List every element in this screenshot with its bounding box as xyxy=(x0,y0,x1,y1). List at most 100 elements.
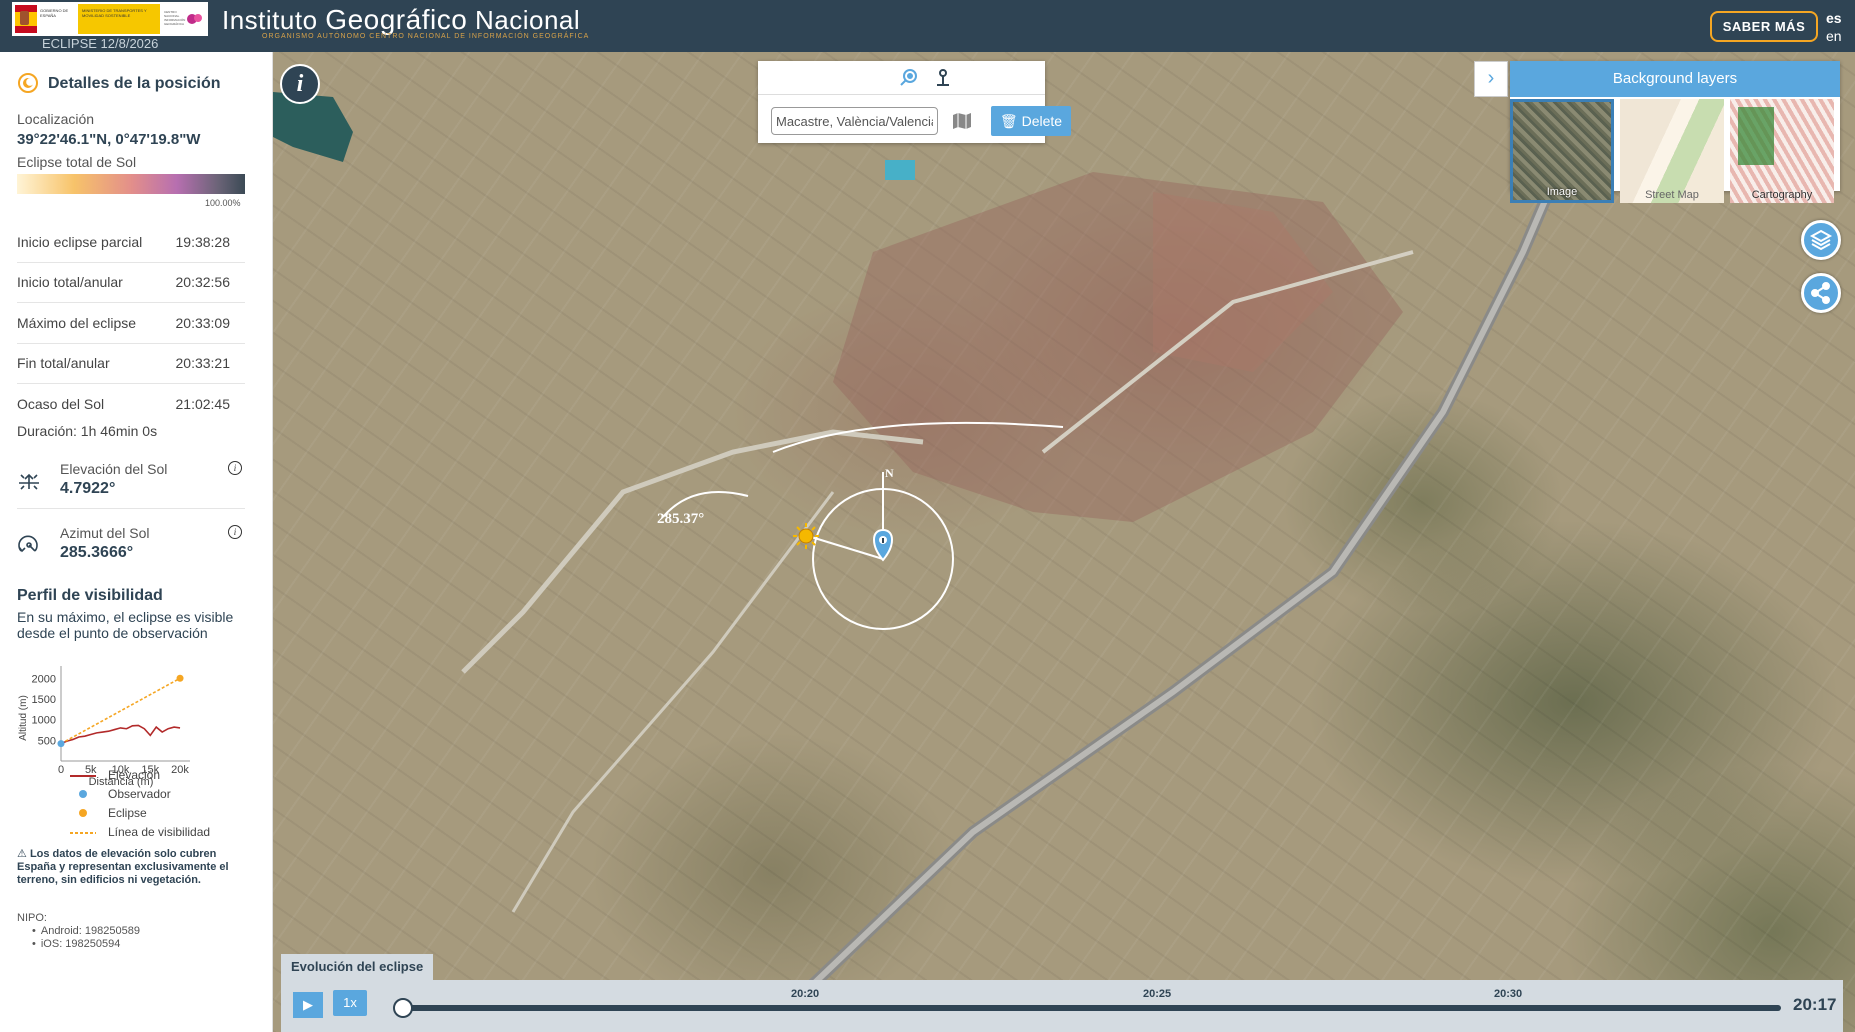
sun-elevation-label: Elevación del Sol xyxy=(60,461,168,477)
speed-button[interactable]: 1x xyxy=(333,990,367,1016)
collapse-layers-chevron-icon[interactable]: › xyxy=(1474,61,1508,97)
sun-azimuth-label: Azimut del Sol xyxy=(60,525,150,541)
location-value: 39°22'46.1"N, 0°47'19.8"W xyxy=(17,131,201,148)
chart-point xyxy=(176,674,184,682)
chart-x-tick: 0 xyxy=(58,764,64,776)
ministry-label: MINISTERIO DE TRANSPORTES Y MOVILIDAD SO… xyxy=(82,8,147,18)
time-value: 20:32:56 xyxy=(175,274,231,291)
satellite-map[interactable]: N 285.37° i Macastre, València/Valencia … xyxy=(273,52,1855,1032)
time-value: 21:02:45 xyxy=(175,396,231,413)
visibility-description: En su máximo, el eclipse es visible desd… xyxy=(17,609,234,641)
local-road xyxy=(461,429,924,674)
reservoir xyxy=(273,92,353,162)
gov-label: GOBIERNO DE ESPAÑA xyxy=(40,8,69,18)
legend-label: Línea de visibilidad xyxy=(108,825,211,839)
legend-label: Observador xyxy=(108,787,171,801)
current-time: 20:17 xyxy=(1793,995,1837,1014)
time-label: Inicio total/anular xyxy=(17,274,123,291)
time-row: Fin total/anular 20:33:21 xyxy=(17,344,245,384)
time-label: Máximo del eclipse xyxy=(17,314,137,331)
time-label: Fin total/anular xyxy=(17,355,110,372)
search-place-icon[interactable] xyxy=(898,67,920,89)
nipo-android: Android: 198250589 xyxy=(41,925,140,938)
background-layers-panel: Background layers Image Street Map Carto… xyxy=(1510,61,1840,203)
layer-label: Cartography xyxy=(1751,189,1813,201)
search-panel: 🗑 Delete xyxy=(758,61,1071,143)
brand-word-2: Geográfico xyxy=(325,4,468,35)
info-icon[interactable]: i xyxy=(228,461,242,475)
timeline-handle[interactable] xyxy=(393,998,413,1018)
legend-swatch xyxy=(70,775,96,777)
layers-button[interactable] xyxy=(1801,220,1841,260)
layer-image[interactable]: Image xyxy=(1510,99,1614,203)
sun-azimuth-row: Azimut del Sol 285.3666° i xyxy=(17,525,245,573)
saber-mas-button[interactable]: SABER MÁS xyxy=(1710,11,1818,42)
nipo-ios: iOS: 198250594 xyxy=(41,938,140,951)
sun-elevation-row: Elevación del Sol 4.7922° i xyxy=(17,461,245,509)
lang-es-link[interactable]: es xyxy=(1826,10,1842,26)
chart-point xyxy=(57,740,65,748)
info-button[interactable]: i xyxy=(280,64,320,104)
time-label: Inicio eclipse parcial xyxy=(17,233,143,250)
legend-swatch xyxy=(79,790,87,798)
visibility-profile-title: Perfil de visibilidad xyxy=(17,587,163,604)
chart-legend: Elevación Observador Eclipse Línea de visib… xyxy=(70,766,210,842)
eclipse-timeline: ▶ 1x 20:20 20:25 20:30 20:17 xyxy=(281,980,1843,1032)
lang-en-link[interactable]: en xyxy=(1826,28,1842,44)
brand-subtitle: Organismo Autónomo Centro Nacional de In… xyxy=(262,33,590,40)
play-button[interactable]: ▶ xyxy=(293,992,323,1018)
info-icon[interactable]: i xyxy=(228,525,242,539)
time-row: Inicio total/anular 20:32:56 xyxy=(17,263,245,303)
nipo-label: NIPO: xyxy=(17,912,47,924)
layer-cartography[interactable]: Cartography xyxy=(1730,99,1834,203)
eclipse-date: ECLIPSE 12/8/2026 xyxy=(42,36,159,51)
coat-of-arms-icon xyxy=(20,11,29,25)
layer-street-map[interactable]: Street Map xyxy=(1620,99,1724,203)
elevation-disclaimer: ⚠ Los datos de elevación solo cubren Esp… xyxy=(17,848,247,887)
time-label: Ocaso del Sol xyxy=(17,396,105,413)
sun-direction-line xyxy=(807,535,884,560)
search-input[interactable] xyxy=(771,107,938,135)
time-value: 19:38:28 xyxy=(175,233,231,250)
share-button[interactable] xyxy=(1801,273,1841,313)
app-header: GOBIERNO DE ESPAÑA MINISTERIO DE TRANSPO… xyxy=(0,0,1855,52)
eclipse-magnitude-bar xyxy=(17,174,245,194)
chart-series-line xyxy=(60,677,181,745)
village-area xyxy=(833,172,1403,522)
legend-label: Elevación xyxy=(108,768,161,782)
time-value: 20:33:21 xyxy=(175,355,231,372)
sun-azimuth-icon xyxy=(18,535,38,553)
legend-label: Eclipse xyxy=(108,806,147,820)
chart-y-tick: 1500 xyxy=(32,694,56,706)
coordinates-pin-icon[interactable] xyxy=(932,67,954,89)
warning-icon: ⚠ xyxy=(17,848,27,860)
chart-y-tick: 500 xyxy=(38,735,56,747)
legend-item: Eclipse xyxy=(70,804,210,823)
sun-elevation-value: 4.7922° xyxy=(60,480,116,497)
timeline-tick: 20:25 xyxy=(1143,988,1172,1000)
time-value: 20:33:09 xyxy=(175,314,231,331)
timeline-track[interactable] xyxy=(401,1005,1781,1011)
delete-label: Delete xyxy=(1021,112,1063,129)
time-row: Inicio eclipse parcial 19:38:28 xyxy=(17,222,245,263)
timeline-tick: 20:20 xyxy=(791,988,820,1000)
azimuth-value-label: 285.37° xyxy=(657,511,704,527)
legend-swatch xyxy=(79,809,87,817)
chart-y-tick: 1000 xyxy=(32,715,56,727)
location-label: Localización xyxy=(17,111,95,127)
map-icon[interactable] xyxy=(952,111,972,131)
legend-item: Elevación xyxy=(70,766,210,785)
observer-pin-icon[interactable] xyxy=(873,528,893,562)
timeline-tick: 20:30 xyxy=(1494,988,1523,1000)
layer-label: Image xyxy=(1546,186,1578,198)
sun-elevation-icon xyxy=(19,473,39,490)
eclipse-type-label: Eclipse total de Sol xyxy=(17,154,137,170)
eclipse-icon xyxy=(18,73,38,93)
search-tabs xyxy=(758,61,1045,95)
trash-icon: 🗑 xyxy=(999,112,1018,129)
legend-item: Observador xyxy=(70,785,210,804)
dirt-road xyxy=(511,491,835,913)
brand-word-1: Instituto xyxy=(222,5,318,35)
delete-button[interactable]: 🗑 Delete xyxy=(991,106,1071,136)
eclipse-times-list: Inicio eclipse parcial 19:38:28 Inicio to… xyxy=(17,222,245,425)
